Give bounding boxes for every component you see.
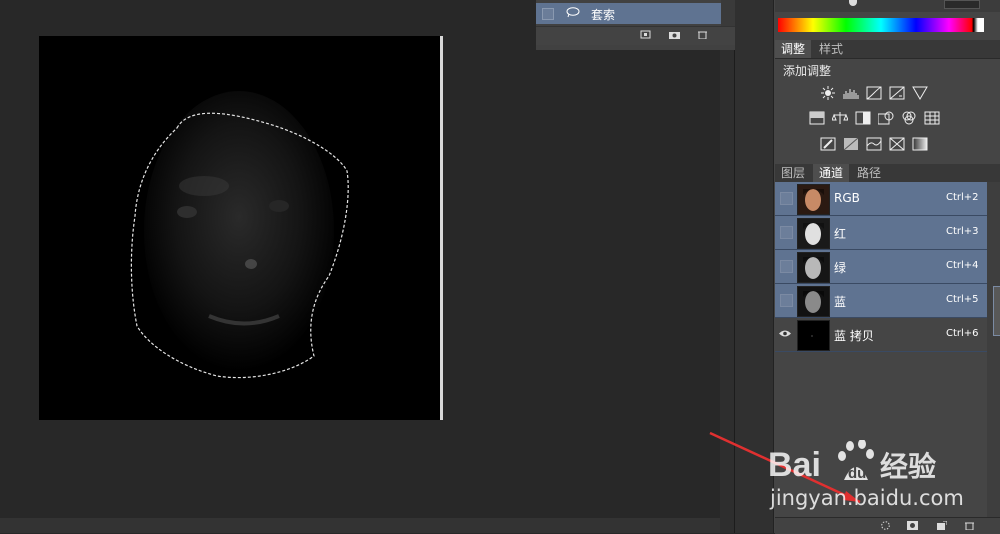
history-snapshot-checkbox[interactable] <box>542 8 554 20</box>
svg-text:经验: 经验 <box>880 450 936 483</box>
channel-mixer-icon[interactable] <box>901 111 917 125</box>
black-white-icon[interactable] <box>855 111 871 125</box>
channel-shortcut: Ctrl+4 <box>946 260 979 271</box>
channel-shortcut: Ctrl+5 <box>946 294 979 305</box>
baidu-watermark-logo: Bai du 经验 <box>768 440 936 484</box>
selective-color-icon[interactable] <box>889 137 905 151</box>
channel-name: 蓝 拷贝 <box>834 329 874 343</box>
exposure-icon[interactable] <box>889 86 905 100</box>
canvas-edge <box>440 36 443 420</box>
channel-row-blue[interactable]: 蓝 Ctrl+5 <box>775 284 987 318</box>
channel-row-rgb[interactable]: RGB Ctrl+2 <box>775 182 987 216</box>
channel-thumbnail <box>797 184 830 215</box>
channel-name: 蓝 <box>834 295 847 309</box>
posterize-icon[interactable] <box>843 137 859 151</box>
channel-name: 红 <box>834 227 847 241</box>
svg-text:Bai: Bai <box>768 446 821 484</box>
channel-visibility-checkbox[interactable] <box>780 260 793 273</box>
channels-scroll-thumb[interactable] <box>993 286 1000 336</box>
vertical-scrollbar[interactable] <box>720 0 734 533</box>
tab-styles[interactable]: 样式 <box>813 40 849 58</box>
vibrance-icon[interactable] <box>912 86 928 100</box>
hue-saturation-icon[interactable] <box>809 111 825 125</box>
curves-icon[interactable] <box>866 86 882 100</box>
eye-icon[interactable] <box>779 329 791 338</box>
channels-tabs: 图层 通道 路径 <box>775 164 1000 183</box>
color-value-field[interactable] <box>944 0 980 9</box>
tab-adjustments[interactable]: 调整 <box>775 40 812 58</box>
adjustments-title: 添加调整 <box>783 64 832 78</box>
channel-name: RGB <box>834 191 860 205</box>
channel-row-red[interactable]: 红 Ctrl+3 <box>775 216 987 250</box>
brightness-icon[interactable] <box>820 86 836 100</box>
channels-footer <box>775 517 1000 534</box>
color-spectrum-bar[interactable] <box>778 18 984 32</box>
lasso-icon <box>566 7 580 18</box>
channel-thumbnail <box>797 286 830 317</box>
horizontal-scrollbar[interactable] <box>0 518 720 533</box>
history-item-label: 套索 <box>591 8 616 22</box>
save-selection-icon[interactable] <box>907 521 918 530</box>
color-balance-icon[interactable] <box>832 111 848 125</box>
channels-scrollbar[interactable] <box>987 182 1000 517</box>
channel-shortcut: Ctrl+2 <box>946 192 979 203</box>
levels-icon[interactable] <box>843 86 859 100</box>
threshold-icon[interactable] <box>866 137 882 151</box>
face-image <box>130 91 349 379</box>
color-lookup-icon[interactable] <box>924 111 940 125</box>
trash-icon[interactable] <box>964 521 975 530</box>
photo-filter-icon[interactable] <box>878 111 894 125</box>
channel-thumbnail <box>797 320 830 351</box>
channel-shortcut: Ctrl+6 <box>946 328 979 339</box>
adjustments-tabs: 调整 样式 <box>775 40 1000 59</box>
channel-row-blue-copy[interactable]: 蓝 拷贝 Ctrl+6 <box>775 318 987 352</box>
svg-text:du: du <box>848 465 866 482</box>
load-selection-icon[interactable] <box>880 521 891 530</box>
channel-visibility-checkbox[interactable] <box>780 226 793 239</box>
channel-name: 绿 <box>834 261 847 275</box>
trash-icon[interactable] <box>697 30 708 39</box>
channel-shortcut: Ctrl+3 <box>946 226 979 237</box>
history-item[interactable] <box>536 3 721 24</box>
channel-thumbnail <box>797 252 830 283</box>
tab-channels[interactable]: 通道 <box>813 164 850 182</box>
tab-paths[interactable]: 路径 <box>851 164 887 182</box>
channel-visibility-checkbox[interactable] <box>780 192 793 205</box>
channel-row-green[interactable]: 绿 Ctrl+4 <box>775 250 987 284</box>
new-document-from-state-icon[interactable] <box>640 30 651 39</box>
history-scrollbar[interactable] <box>721 0 735 26</box>
history-footer <box>536 26 735 45</box>
baidu-watermark-url: jingyan.baidu.com <box>770 486 964 510</box>
channel-visibility-checkbox[interactable] <box>780 294 793 307</box>
camera-icon[interactable] <box>669 30 680 39</box>
gradient-map-icon[interactable] <box>912 137 928 151</box>
invert-icon[interactable] <box>820 137 836 151</box>
channel-thumbnail <box>797 218 830 249</box>
tab-layers[interactable]: 图层 <box>775 164 811 182</box>
new-channel-icon[interactable] <box>936 521 947 530</box>
document-canvas[interactable] <box>39 36 441 420</box>
